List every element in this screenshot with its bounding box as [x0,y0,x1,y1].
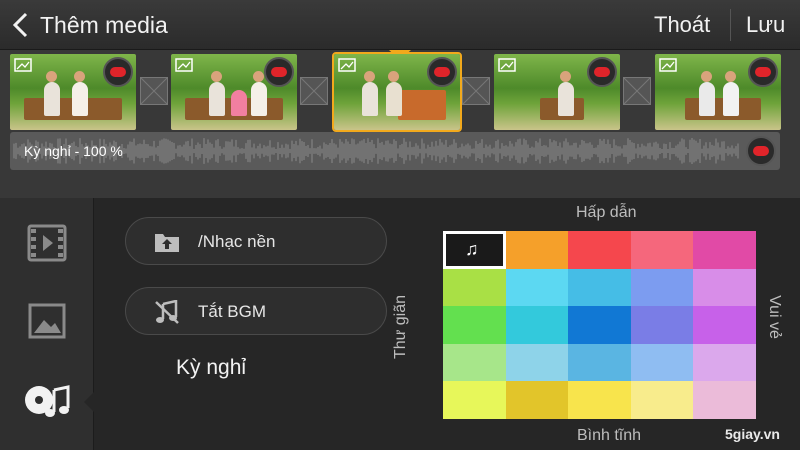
video-icon [27,224,67,262]
mood-cell[interactable] [505,343,569,382]
mood-cell[interactable] [693,231,756,269]
mood-cell[interactable] [568,231,631,269]
edit-clip-icon[interactable] [498,58,516,72]
mood-cell[interactable] [505,268,569,307]
mood-cell[interactable] [443,381,506,419]
folder-upload-icon [155,234,179,252]
back-button[interactable] [4,6,38,44]
mute-bgm-button[interactable]: Tắt BGM [125,287,387,335]
remove-clip-button[interactable] [103,57,133,87]
mood-cell[interactable] [443,306,506,344]
waveform [13,138,739,164]
music-note-icon: ♫ [465,239,479,259]
clip-thumbnail[interactable] [10,54,136,130]
music-icon [25,385,70,417]
mood-cell[interactable] [630,381,694,419]
mood-cell[interactable] [630,343,694,382]
clip-thumbnail[interactable] [171,54,297,130]
tab-music[interactable] [22,378,94,422]
mood-cell[interactable] [693,268,756,307]
mood-cell[interactable] [505,231,569,269]
edit-clip-icon[interactable] [175,58,193,72]
mute-label: Tắt BGM [198,302,267,321]
mood-cell[interactable] [693,381,756,419]
selected-theme-name: Kỳ nghỉ [176,356,247,379]
transition-button[interactable] [623,77,651,105]
exit-button[interactable]: Thoát [654,12,710,38]
mood-cell[interactable] [443,343,506,382]
audio-track[interactable]: Kỳ nghỉ - 100 % [10,132,780,170]
audio-track-label: Kỳ nghỉ - 100 % [24,143,123,159]
save-button[interactable]: Lưu [746,12,785,38]
mood-cell[interactable] [693,306,756,344]
mood-axis-top: Hấp dẫn [576,204,637,221]
mood-axis-right: Vui vẻ [766,295,783,339]
mood-axis-left: Thư giãn [392,294,409,360]
top-bar: Thêm media Thoát Lưu [0,0,800,50]
music-off-icon [155,300,179,324]
mood-cell[interactable] [568,381,631,419]
remove-clip-button[interactable] [587,57,617,87]
mood-cell[interactable] [568,306,631,344]
mood-cell[interactable]: ♫ [443,231,506,269]
edit-clip-icon[interactable] [338,58,356,72]
transition-button[interactable] [140,77,168,105]
mood-axis-bottom: Bình tĩnh [577,427,642,444]
mood-cell[interactable] [505,381,569,419]
mood-cell[interactable] [630,268,694,307]
transition-icon [462,77,490,105]
background-music-folder-button[interactable]: /Nhạc nền [125,217,387,265]
header-divider [730,9,731,41]
mood-cell[interactable] [568,268,631,307]
mood-cell[interactable] [505,306,569,344]
mood-cell[interactable] [693,343,756,382]
timeline: Kỳ nghỉ - 100 % [0,50,800,198]
mood-cell[interactable] [443,268,506,307]
mood-cell[interactable] [630,231,694,269]
tab-video[interactable] [22,222,72,266]
remove-clip-button[interactable] [748,57,778,87]
mood-cell[interactable] [630,306,694,344]
chevron-left-icon [12,12,28,38]
clip-thumbnail[interactable] [655,54,781,130]
remove-audio-button[interactable] [746,136,776,166]
edit-clip-icon[interactable] [14,58,32,72]
mood-cell[interactable] [568,343,631,382]
remove-clip-button[interactable] [427,57,457,87]
tab-image[interactable] [22,300,72,344]
image-icon [28,303,66,339]
music-panel: /Nhạc nền Tắt BGM Kỳ nghỉ Hấp dẫn Bình t… [94,198,800,450]
transition-icon [623,77,651,105]
remove-clip-button[interactable] [264,57,294,87]
folder-label: /Nhạc nền [198,232,276,251]
transition-icon [300,77,328,105]
clip-thumbnail[interactable] [494,54,620,130]
media-type-sidebar [0,198,94,450]
clip-thumbnail-selected[interactable] [332,52,462,132]
transition-button[interactable] [462,77,490,105]
transition-icon [140,77,168,105]
edit-clip-icon[interactable] [659,58,677,72]
watermark: 5giay.vn [725,426,780,442]
mood-grid: ♫ [443,231,756,419]
transition-button[interactable] [300,77,328,105]
page-title: Thêm media [40,12,168,38]
